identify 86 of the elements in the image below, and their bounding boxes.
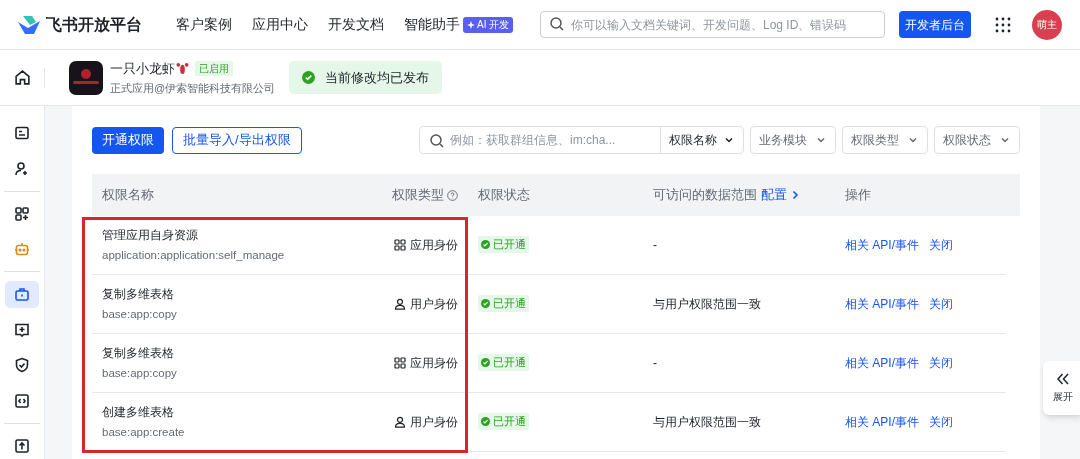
nav-link[interactable]: 应用中心 <box>252 14 308 35</box>
grid-icon <box>394 357 406 369</box>
data-range: - <box>653 355 658 372</box>
status-tag: 已开通 <box>478 413 529 430</box>
action-link[interactable]: 关闭 <box>929 354 953 372</box>
search-field[interactable]: 你可以输入文档关键词、开发问题、Log ID、错误码 <box>540 11 885 38</box>
expand-label: 展开 <box>1053 389 1073 404</box>
logo-icon <box>18 15 40 34</box>
filter-select[interactable]: 权限状态 <box>934 126 1020 154</box>
user-add-icon <box>14 160 30 177</box>
ai-badge: AI 开发 <box>463 16 514 33</box>
data-range: 与用户权限范围一致 <box>653 296 762 313</box>
permission-scope: base:app:create <box>102 424 186 440</box>
grid-icon <box>394 239 406 251</box>
configure-link[interactable]: 配置 <box>761 185 800 205</box>
help-icon <box>447 189 458 201</box>
nav-link[interactable]: 客户案例 <box>176 14 232 35</box>
status-tag: 已开通 <box>478 295 529 312</box>
identity-type: 应用身份 <box>394 354 458 372</box>
briefcase-icon <box>14 286 30 303</box>
permission-name: 复制多维表格 <box>102 344 175 362</box>
add-card-icon <box>14 321 30 338</box>
action-link[interactable]: 关闭 <box>929 295 953 313</box>
import-export-button[interactable]: 批量导入/导出权限 <box>172 126 302 154</box>
filter-select[interactable]: 权限类型 <box>842 126 928 154</box>
status-tag: 已开通 <box>478 354 529 371</box>
check-circle-icon <box>302 71 316 84</box>
platform-title: 飞书开放平台 <box>46 14 142 35</box>
nav-link[interactable]: 开发文档 <box>328 14 384 35</box>
app-name: 一只小龙虾 <box>110 59 175 78</box>
user-icon <box>394 416 406 428</box>
permission-search-field[interactable]: 例如：获取群组信息、im:cha... <box>420 127 660 153</box>
apps-grid-icon[interactable] <box>995 16 1011 33</box>
enable-permission-button[interactable]: 开通权限 <box>92 126 164 154</box>
check-circle-icon <box>481 358 490 367</box>
permission-name: 创建多维表格 <box>102 403 175 421</box>
nav-link[interactable]: 智能助手 <box>404 14 460 35</box>
permission-name: 复制多维表格 <box>102 285 175 303</box>
check-circle-icon <box>481 299 490 308</box>
identity-type: 应用身份 <box>394 236 458 254</box>
check-circle-icon <box>481 240 490 249</box>
chevron-right-icon <box>790 190 800 200</box>
permission-scope: base:app:copy <box>102 306 178 322</box>
company-name: 正式应用@伊索智能科技有限公司 <box>110 81 276 96</box>
sparkle-icon <box>467 20 475 29</box>
action-link[interactable]: 相关 API/事件 <box>845 236 919 254</box>
column-header: 权限名称 <box>101 186 155 205</box>
shield-check-icon <box>14 357 30 374</box>
action-link[interactable]: 相关 API/事件 <box>845 354 919 372</box>
lobster-icon <box>176 61 189 75</box>
double-chevron-left-icon <box>1056 372 1070 385</box>
permission-scope: base:app:copy <box>102 365 178 381</box>
filter-select[interactable]: 业务模块 <box>750 126 836 154</box>
console-button[interactable]: 开发者后台 <box>899 11 971 38</box>
home-icon[interactable] <box>13 69 31 86</box>
search-scope-select[interactable]: 权限名称 <box>660 127 743 153</box>
action-link[interactable]: 相关 API/事件 <box>845 413 919 431</box>
status-tag: 已开通 <box>478 236 529 253</box>
console-icon <box>14 125 30 142</box>
permission-name: 管理应用自身资源 <box>102 226 199 244</box>
notice-text: 当前修改均已发布 <box>325 68 430 87</box>
status-badge: 已启用 <box>195 60 233 76</box>
apps-add-icon <box>14 205 30 222</box>
column-header: 权限类型 <box>392 186 444 205</box>
robot-icon <box>14 241 30 258</box>
data-range: - <box>653 237 658 254</box>
column-header: 可访问的数据范围 <box>653 186 757 205</box>
user-avatar[interactable]: 萌主 <box>1032 9 1062 40</box>
user-icon <box>394 298 406 310</box>
column-header: 权限状态 <box>477 186 531 205</box>
column-header: 操作 <box>845 186 871 205</box>
action-link[interactable]: 相关 API/事件 <box>845 295 919 313</box>
check-circle-icon <box>481 417 490 426</box>
upload-icon <box>14 437 30 454</box>
search-icon <box>429 133 445 149</box>
app-logo-icon <box>69 60 103 95</box>
code-icon <box>14 392 30 409</box>
identity-type: 用户身份 <box>394 295 458 313</box>
identity-type: 用户身份 <box>394 413 458 431</box>
permission-search-bar[interactable]: 例如：获取群组信息、im:cha... 权限名称 <box>419 126 744 154</box>
action-link[interactable]: 关闭 <box>929 413 953 431</box>
permission-scope: application:application:self_manage <box>102 247 286 263</box>
data-range: 与用户权限范围一致 <box>653 414 762 431</box>
action-link[interactable]: 关闭 <box>929 236 953 254</box>
expand-button[interactable]: 展开 <box>1043 361 1080 415</box>
search-icon <box>549 16 565 32</box>
